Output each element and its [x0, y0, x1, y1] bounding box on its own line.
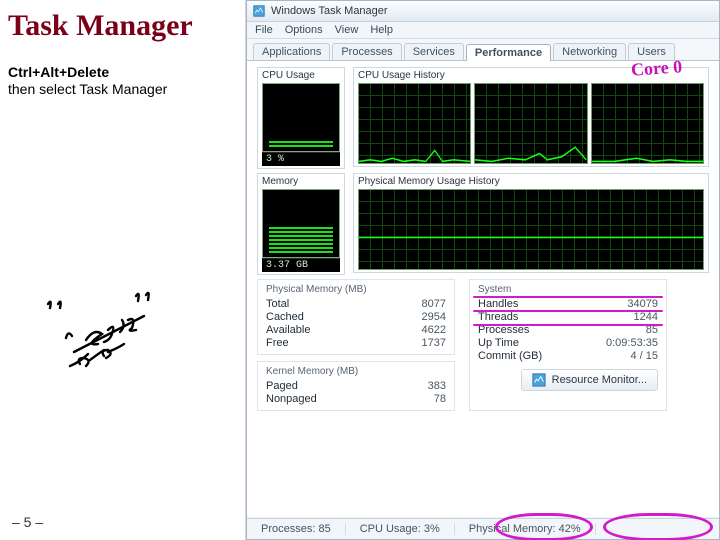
slide-title: Task Manager	[8, 10, 237, 42]
annotation-underline-threads	[473, 310, 663, 312]
mem-gauge-label: Memory	[262, 176, 340, 187]
mem-gauge-bars	[262, 189, 340, 258]
mem-history-label: Physical Memory Usage History	[358, 176, 704, 187]
menu-help[interactable]: Help	[370, 24, 393, 36]
cpu-graph-core1	[474, 83, 587, 164]
hint-line2: then select Task Manager	[8, 81, 237, 99]
cpu-graph-core2	[591, 83, 704, 164]
mem-graph	[358, 189, 704, 270]
kernel-mem-title: Kernel Memory (MB)	[266, 366, 446, 377]
handwriting-scribble	[40, 290, 210, 370]
performance-panel: CPU Usage 3 % CPU Usage History	[247, 61, 719, 517]
resource-monitor-button[interactable]: Resource Monitor...	[521, 369, 658, 391]
status-bar: Processes: 85 CPU Usage: 3% Physical Mem…	[247, 518, 719, 539]
system-title: System	[478, 284, 658, 295]
slide-root: Task Manager Ctrl+Alt+Delete then select…	[0, 0, 720, 540]
taskmgr-icon	[253, 5, 265, 17]
resmon-icon	[532, 373, 546, 387]
status-cpu: CPU Usage: 3%	[346, 523, 455, 535]
kernel-mem-table: Paged383 Nonpaged78	[266, 380, 446, 406]
mem-gauge: Memory 3.37 GB	[257, 173, 345, 275]
stats-area: Physical Memory (MB) Total8077 Cached295…	[257, 279, 709, 411]
status-processes: Processes: 85	[247, 523, 346, 535]
slide-text-column: Task Manager Ctrl+Alt+Delete then select…	[0, 0, 245, 540]
tab-processes[interactable]: Processes	[332, 43, 401, 60]
tab-networking[interactable]: Networking	[553, 43, 626, 60]
cpu-history: CPU Usage History	[353, 67, 709, 167]
cpu-history-label: CPU Usage History	[358, 70, 704, 81]
tab-users[interactable]: Users	[628, 43, 675, 60]
shortcut-hint: Ctrl+Alt+Delete then select Task Manager	[8, 64, 237, 99]
phys-mem-title: Physical Memory (MB)	[266, 284, 446, 295]
kernel-mem-box: Kernel Memory (MB) Paged383 Nonpaged78	[257, 361, 455, 411]
tab-applications[interactable]: Applications	[253, 43, 330, 60]
cpu-graph-core0	[358, 83, 471, 164]
mem-history: Physical Memory Usage History	[353, 173, 709, 273]
hint-line1: Ctrl+Alt+Delete	[8, 64, 237, 82]
tab-services[interactable]: Services	[404, 43, 464, 60]
tab-performance[interactable]: Performance	[466, 44, 551, 61]
slide-number: – 5 –	[12, 514, 43, 530]
resmon-label: Resource Monitor...	[552, 374, 647, 386]
system-box: System Handles34079 Threads1244 Processe…	[469, 279, 667, 411]
task-manager-window: Windows Task Manager File Options View H…	[245, 0, 720, 540]
phys-mem-box: Physical Memory (MB) Total8077 Cached295…	[257, 279, 455, 355]
menu-file[interactable]: File	[255, 24, 273, 36]
cpu-gauge-value: 3 %	[262, 152, 340, 166]
cpu-gauge: CPU Usage 3 %	[257, 67, 345, 169]
window-titlebar[interactable]: Windows Task Manager	[247, 1, 719, 22]
annotation-underline-handles	[473, 296, 663, 298]
status-mem: Physical Memory: 42%	[455, 523, 596, 535]
cpu-gauge-bars	[262, 83, 340, 152]
tab-strip: Applications Processes Services Performa…	[247, 39, 719, 61]
menu-bar: File Options View Help	[247, 22, 719, 39]
phys-mem-table: Total8077 Cached2954 Available4622 Free1…	[266, 298, 446, 350]
menu-view[interactable]: View	[335, 24, 359, 36]
mem-gauge-value: 3.37 GB	[262, 258, 340, 272]
menu-options[interactable]: Options	[285, 24, 323, 36]
window-title: Windows Task Manager	[271, 5, 388, 17]
system-table: Handles34079 Threads1244 Processes85 Up …	[478, 298, 658, 363]
cpu-gauge-label: CPU Usage	[262, 70, 340, 81]
annotation-underline-processes	[473, 324, 663, 326]
